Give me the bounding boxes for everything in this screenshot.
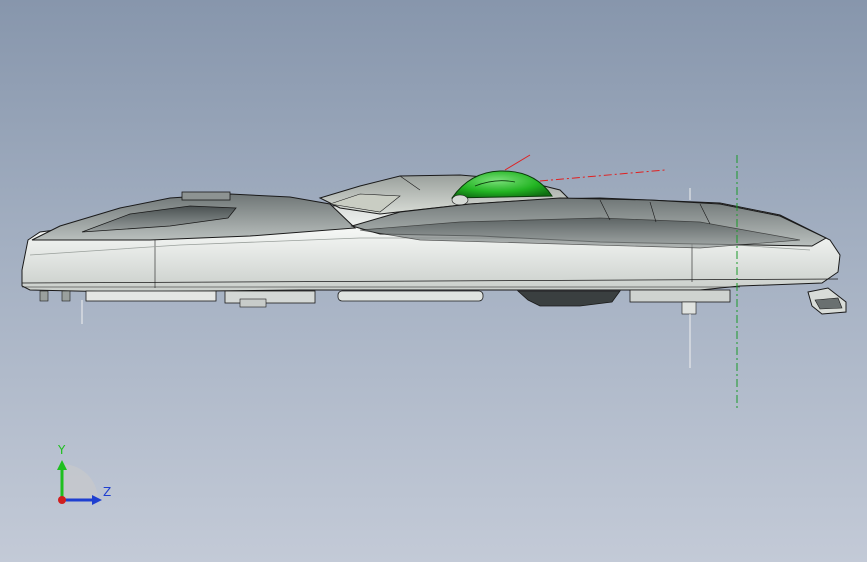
x-axis-dot (58, 496, 66, 504)
coordinate-triad (57, 460, 102, 505)
top-vent-cap (181, 191, 231, 201)
graphics-viewport[interactable]: Y Z (0, 0, 867, 562)
y-axis-label: Y (58, 443, 66, 457)
triad-plane (62, 464, 98, 500)
mounting-bracket (807, 287, 847, 315)
z-axis-label: Z (103, 485, 112, 499)
luminaire-model[interactable] (0, 0, 867, 562)
underside-components (39, 289, 731, 315)
